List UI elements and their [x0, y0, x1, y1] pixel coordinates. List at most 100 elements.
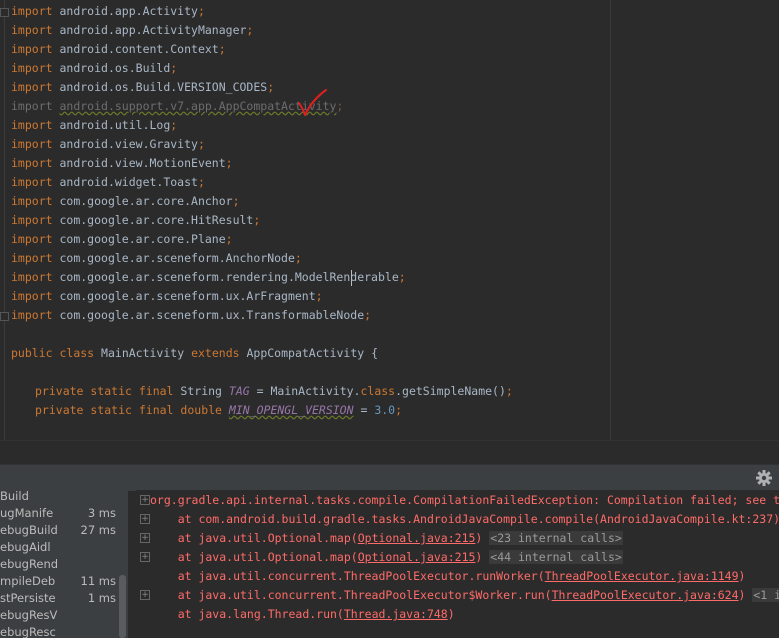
- expand-plus-icon[interactable]: +: [140, 495, 150, 505]
- build-tree-item[interactable]: mpileDeb 11 ms: [0, 573, 128, 590]
- import-keyword: import: [11, 42, 53, 56]
- source-link[interactable]: Optional.java:215: [358, 531, 476, 545]
- build-task-time: 1 ms: [87, 591, 116, 605]
- build-tree-item[interactable]: Build: [0, 490, 128, 505]
- semicolon: ;: [364, 308, 372, 322]
- import-keyword: import: [11, 156, 53, 170]
- build-tree-item[interactable]: ebugRend: [0, 556, 128, 573]
- semicolon: ;: [225, 232, 233, 246]
- semicolon: ;: [197, 4, 205, 18]
- import-package: com.google.ar.core.Plane: [59, 232, 226, 246]
- import-keyword: import: [11, 270, 53, 284]
- import-keyword: import: [11, 308, 53, 322]
- stack-frame-close: ): [475, 531, 490, 545]
- build-console[interactable]: + org.gradle.api.internal.tasks.compile.C…: [136, 490, 779, 638]
- semicolon: ;: [170, 118, 178, 132]
- build-task-time: 11 ms: [80, 574, 116, 588]
- import-package: android.util.Log: [59, 118, 171, 132]
- import-line: import android.app.ActivityManager;: [11, 21, 253, 40]
- stack-frame-text: at java.util.concurrent.ThreadPoolExecut…: [150, 569, 545, 583]
- build-tree-item[interactable]: ebugResV: [0, 607, 128, 624]
- build-tree-item[interactable]: ugManife 3 ms: [0, 505, 128, 522]
- keyword-class: class: [360, 384, 396, 398]
- build-tree-item[interactable]: ebugResc: [0, 624, 128, 638]
- source-link[interactable]: Thread.java:748: [344, 607, 448, 621]
- source-link[interactable]: Optional.java:215: [358, 550, 476, 564]
- internal-calls-fold[interactable]: <1 internal call>: [752, 588, 779, 602]
- import-line: import com.google.ar.sceneform.ux.ArFrag…: [11, 287, 323, 306]
- import-package: com.google.ar.sceneform.ux.ArFragment: [59, 289, 316, 303]
- import-package: com.google.ar.sceneform.ux.Transformable…: [59, 308, 365, 322]
- import-line: import android.app.Activity;: [11, 2, 205, 21]
- import-keyword: import: [11, 137, 53, 151]
- expand-plus-icon[interactable]: +: [140, 590, 150, 600]
- build-tree-item[interactable]: ebugAidl: [0, 539, 128, 556]
- semicolon: ;: [294, 251, 302, 265]
- method-call: .getSimpleName(): [395, 384, 506, 398]
- import-line: import com.google.ar.sceneform.AnchorNod…: [11, 249, 302, 268]
- build-tree-item[interactable]: ebugBuild 27 ms: [0, 522, 128, 539]
- semicolon: ;: [505, 384, 513, 398]
- field-opengl-line: private static final double MIN_OPENGL_V…: [35, 401, 402, 420]
- keyword-extends: extends: [191, 346, 240, 360]
- semicolon: ;: [336, 99, 344, 113]
- stack-frame-text: at java.lang.Thread.run(: [150, 607, 344, 621]
- import-line: import com.google.ar.core.HitResult;: [11, 211, 260, 230]
- field-value: MainActivity.: [270, 384, 361, 398]
- panel-divider[interactable]: [0, 440, 779, 465]
- internal-calls-fold[interactable]: <23 internal calls>: [489, 531, 623, 545]
- semicolon: ;: [253, 213, 261, 227]
- import-keyword: import: [11, 194, 53, 208]
- fold-marker-icon[interactable]: [0, 8, 9, 17]
- field-name: MIN_OPENGL_VERSION: [228, 403, 354, 417]
- import-line: import com.google.ar.core.Plane;: [11, 230, 233, 249]
- import-line: import android.os.Build;: [11, 59, 177, 78]
- expand-plus-icon[interactable]: +: [140, 552, 150, 562]
- stack-frame-text: at com.android.build.gradle.tasks.Androi…: [150, 512, 779, 526]
- build-toolbar: [0, 464, 779, 492]
- parent-class: AppCompatActivity: [246, 346, 365, 360]
- import-package: android.os.Build.VERSION_CODES: [59, 80, 268, 94]
- stack-frame-text: at java.util.Optional.map(: [150, 550, 358, 564]
- build-task-time: 3 ms: [87, 506, 116, 520]
- console-line: at java.util.Optional.map(Optional.java:…: [150, 548, 623, 567]
- semicolon: ;: [246, 23, 254, 37]
- assign-operator: =: [353, 403, 375, 417]
- stack-frame-close: ): [738, 588, 753, 602]
- import-keyword: import: [11, 289, 53, 303]
- import-package: com.google.ar.core.Anchor: [59, 194, 233, 208]
- import-package: android.support.v7.app.AppCompatActivity: [59, 99, 337, 113]
- gear-icon[interactable]: [755, 469, 773, 487]
- import-package: android.content.Context: [59, 42, 219, 56]
- source-link[interactable]: ThreadPoolExecutor.java:1149: [545, 569, 739, 583]
- import-keyword: import: [11, 232, 53, 246]
- build-task-label: stPersiste: [0, 591, 56, 605]
- import-keyword: import: [11, 61, 53, 75]
- text-caret: [351, 270, 352, 286]
- expand-plus-icon[interactable]: +: [140, 533, 150, 543]
- build-tree-item[interactable]: stPersiste 1 ms: [0, 590, 128, 607]
- build-tree-panel: Build ugManife 3 ms ebugBuild 27 ms ebugAidl e…: [0, 490, 128, 638]
- code-editor[interactable]: import android.app.Activity; import andro…: [0, 0, 779, 440]
- checkmark-annotation-icon: [298, 89, 327, 116]
- build-task-label: mpileDeb: [0, 574, 56, 588]
- semicolon: ;: [398, 270, 406, 284]
- import-package: android.app.Activity: [59, 4, 198, 18]
- internal-calls-fold[interactable]: <44 internal calls>: [489, 550, 623, 564]
- fold-marker-icon[interactable]: [0, 312, 9, 321]
- expand-plus-icon[interactable]: +: [140, 514, 150, 524]
- console-line: at java.util.Optional.map(Optional.java:…: [150, 529, 623, 548]
- import-package: com.google.ar.core.HitResult: [59, 213, 254, 227]
- import-line: import com.google.ar.sceneform.ux.Transf…: [11, 306, 371, 325]
- import-keyword: import: [11, 23, 53, 37]
- build-tree-scrollbar[interactable]: [119, 575, 126, 638]
- semicolon: ;: [197, 175, 205, 189]
- semicolon: ;: [218, 42, 226, 56]
- keyword-class: class: [59, 346, 95, 360]
- semicolon: ;: [170, 61, 178, 75]
- field-type: String: [180, 384, 222, 398]
- source-link[interactable]: ThreadPoolExecutor.java:624: [552, 588, 739, 602]
- stack-frame-close: ): [447, 607, 455, 621]
- import-line: import android.view.MotionEvent;: [11, 154, 233, 173]
- console-line: org.gradle.api.internal.tasks.compile.Co…: [150, 491, 779, 510]
